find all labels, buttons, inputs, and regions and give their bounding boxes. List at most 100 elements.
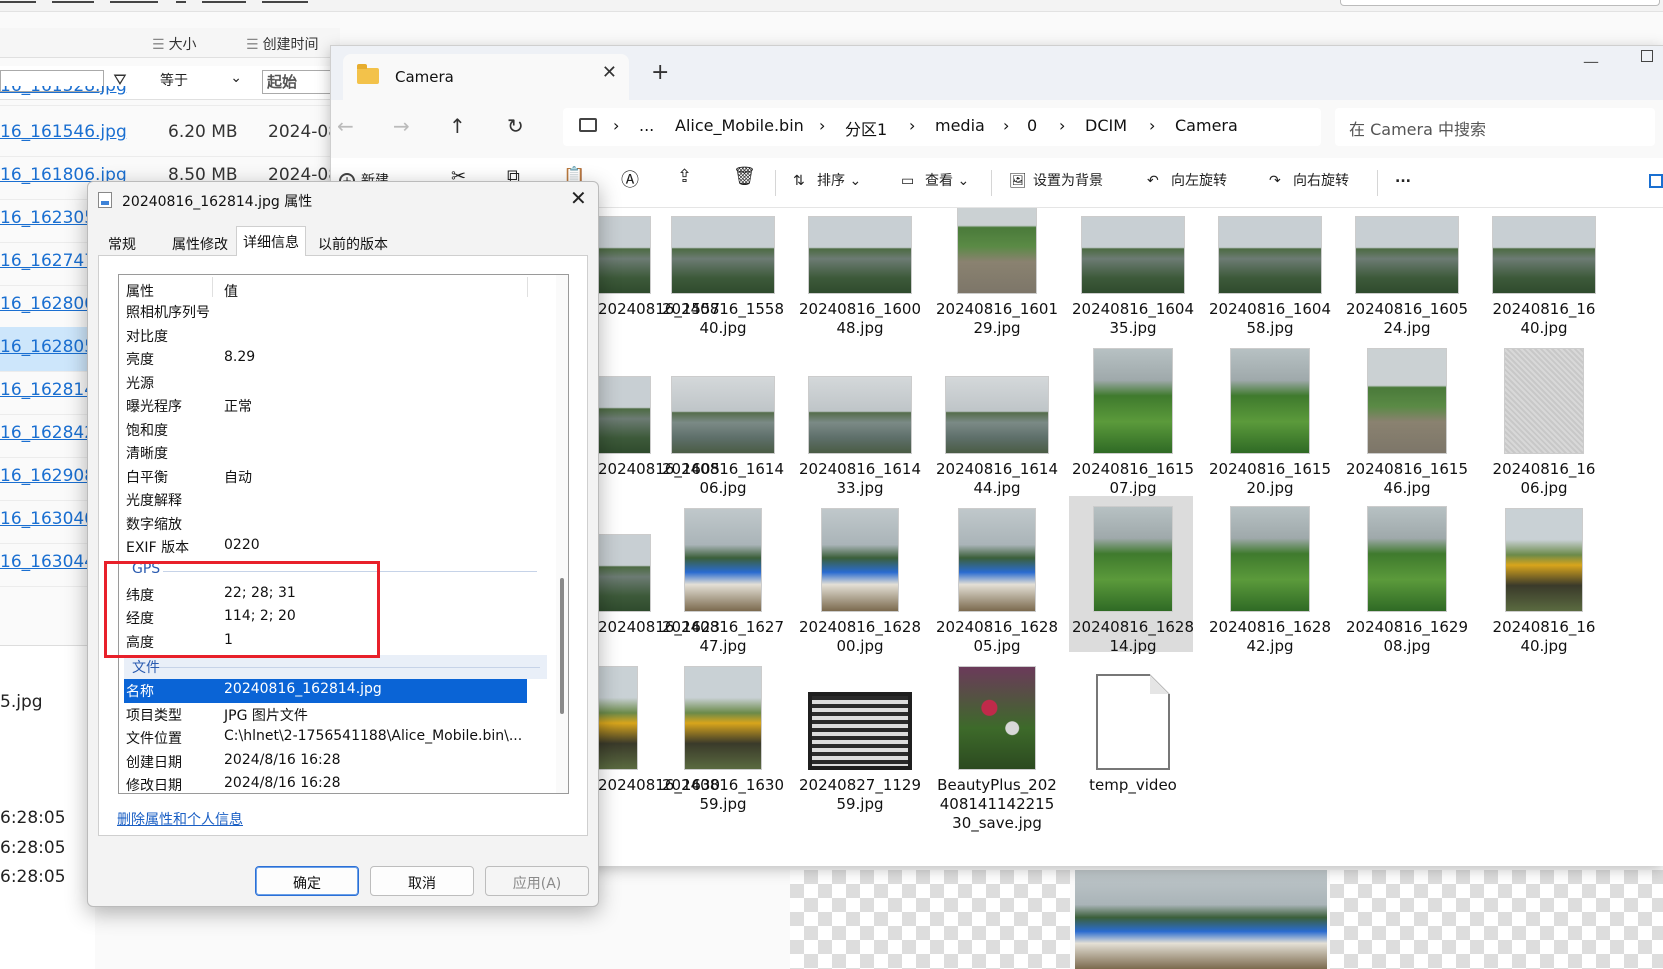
gps-property-row[interactable]: 高度 1 <box>119 630 555 654</box>
column-header-created[interactable]: ☰ 创建时间 <box>246 34 319 54</box>
delete-icon[interactable]: 🗑 <box>733 166 756 187</box>
property-row[interactable]: 数字缩放 <box>119 512 555 536</box>
sort-button[interactable]: ⇅ 排序 ⌄ <box>793 170 861 190</box>
column-header-property[interactable]: 属性 <box>126 281 154 301</box>
share-icon[interactable]: ⇪ <box>677 166 692 187</box>
tab-details[interactable]: 详细信息 <box>236 226 306 257</box>
more-options-icon[interactable]: ... <box>1395 170 1411 186</box>
details-pane-icon[interactable] <box>1649 174 1663 188</box>
property-list[interactable]: 属性 值 照相机序列号 对比度 亮度 8.29 光源 曝光程序 正常 饱和度 清晰度 白平衡 自动光… <box>118 274 569 794</box>
property-row[interactable]: 白平衡 自动 <box>119 465 555 489</box>
file-name-line: 20240827_1129 <box>798 776 922 794</box>
file-name-label: 20240816_1627 47.jpg <box>653 618 793 656</box>
new-tab-button[interactable]: + <box>651 60 669 85</box>
rotate-right-button[interactable]: ↷ 向右旋转 <box>1269 170 1349 190</box>
file-property-row[interactable]: 项目类型 JPG 图片文件 <box>119 703 555 727</box>
breadcrumb-separator: › <box>1059 116 1066 135</box>
up-arrow-icon[interactable]: ↑ <box>449 114 466 138</box>
menu-tick[interactable] <box>176 0 186 3</box>
file-name-line: 20240816_1615 <box>1208 460 1332 478</box>
tab-camera[interactable]: Camera ✕ <box>343 54 629 100</box>
menu-tick[interactable] <box>0 0 36 3</box>
file-name-line: 29.jpg <box>973 319 1021 337</box>
file-property-row[interactable]: 修改日期 2024/8/16 16:28 <box>119 773 555 793</box>
file-name-label: 20240827_1129 59.jpg <box>790 776 930 814</box>
property-name: 亮度 <box>126 352 154 368</box>
file-property-row[interactable]: 创建日期 2024/8/16 16:28 <box>119 750 555 774</box>
property-row[interactable]: 光度解释 <box>119 488 555 512</box>
property-row[interactable]: 曝光程序 正常 <box>119 394 555 418</box>
view-button[interactable]: ▭ 查看 ⌄ <box>901 170 969 190</box>
menu-tick[interactable] <box>110 0 158 3</box>
file-name-line: 20240816_1604 <box>1208 300 1332 318</box>
photo-thumbnail-image <box>684 666 762 770</box>
column-header-value[interactable]: 值 <box>224 281 238 301</box>
forward-arrow-icon[interactable]: → <box>393 114 410 138</box>
set-background-button[interactable]: 🖼 设置为背景 <box>1009 170 1103 190</box>
file-name-line: 20240816_1615 <box>1345 460 1469 478</box>
property-row[interactable]: 饱和度 <box>119 418 555 442</box>
scrollbar-thumb[interactable] <box>560 578 564 714</box>
close-icon[interactable]: ✕ <box>602 62 617 83</box>
file-name-line: 14.jpg <box>1109 637 1157 655</box>
breadcrumb-item[interactable]: media <box>935 116 985 135</box>
table-row[interactable]: 16_161546.jpg 6.20 MB 2024-08 <box>0 112 340 157</box>
breadcrumb-overflow[interactable]: ... <box>639 116 654 135</box>
breadcrumb-item[interactable]: 0 <box>1027 116 1037 135</box>
menu-tick[interactable] <box>52 0 94 3</box>
property-row[interactable]: 对比度 <box>119 324 555 348</box>
property-row[interactable]: 光源 <box>119 371 555 395</box>
property-row[interactable]: 照相机序列号 <box>119 300 555 324</box>
tab-property-edit[interactable]: 属性修改 <box>166 232 234 256</box>
column-divider <box>212 277 213 297</box>
search-input[interactable]: 在 Camera 中搜索 <box>1335 108 1655 146</box>
rename-icon[interactable]: Ⓐ <box>621 166 639 192</box>
property-row[interactable]: 清晰度 <box>119 441 555 465</box>
property-value: 22; 28; 31 <box>224 584 296 601</box>
breadcrumb-item[interactable]: Alice_Mobile.bin <box>675 116 804 135</box>
tab-general[interactable]: 常规 <box>102 232 142 256</box>
file-name-line: 40.jpg <box>1520 637 1568 655</box>
breadcrumb[interactable]: › ... Alice_Mobile.bin › 分区1 › media › 0… <box>563 108 1321 146</box>
property-row[interactable]: EXIF 版本 0220 <box>119 535 555 559</box>
preview-transparent-area <box>790 870 1070 969</box>
menu-tick[interactable] <box>262 0 308 3</box>
column-header-size[interactable]: ☰ 大小 <box>152 34 197 54</box>
ok-button[interactable]: 确定 <box>255 866 359 896</box>
rotate-left-button[interactable]: ↶ 向左旋转 <box>1147 170 1227 190</box>
remove-properties-link[interactable]: 删除属性和个人信息 <box>117 809 243 829</box>
property-value: 正常 <box>224 399 252 415</box>
file-property-row[interactable]: 名称 20240816_162814.jpg <box>124 679 527 703</box>
property-value: 2024/8/16 16:28 <box>224 775 341 791</box>
property-row[interactable]: 亮度 8.29 <box>119 347 555 371</box>
breadcrumb-item[interactable]: 分区1 <box>845 116 887 140</box>
file-property-row[interactable]: 文件位置 C:\hlnet\2-1756541188\Alice_Mobile.b… <box>119 726 555 750</box>
file-name-line: 48.jpg <box>836 319 884 337</box>
cancel-button[interactable]: 取消 <box>370 866 474 896</box>
photo-thumbnail-image <box>1230 506 1310 612</box>
gps-property-row[interactable]: 纬度 22; 28; 31 <box>119 583 555 607</box>
file-name-label: 20240816_1629 08.jpg <box>1337 618 1477 656</box>
property-name: 文件位置 <box>126 731 182 747</box>
minimize-icon[interactable]: — <box>1583 52 1599 71</box>
back-arrow-icon[interactable]: ← <box>337 114 354 138</box>
table-row[interactable]: 16_161528.jpg <box>0 86 340 106</box>
maximize-icon[interactable] <box>1641 50 1653 62</box>
refresh-icon[interactable]: ↻ <box>507 114 524 138</box>
apply-button[interactable]: 应用(A) <box>485 866 589 896</box>
file-name-label: 20240816_1604 35.jpg <box>1063 300 1203 338</box>
background-search-input[interactable] <box>1340 0 1660 6</box>
group-label: GPS <box>132 560 161 577</box>
file-name-label: 20240816_1615 46.jpg <box>1337 460 1477 498</box>
file-name-line: 20240816_1628 <box>1208 618 1332 636</box>
address-bar-row: ← → ↑ ↻ › ... Alice_Mobile.bin › 分区1 › m… <box>331 100 1663 158</box>
menu-tick[interactable] <box>202 0 246 3</box>
gps-property-row[interactable]: 经度 114; 2; 20 <box>119 606 555 630</box>
breadcrumb-item-current[interactable]: Camera <box>1175 116 1238 135</box>
breadcrumb-separator: › <box>909 116 916 135</box>
tab-previous-versions[interactable]: 以前的版本 <box>312 232 394 256</box>
scrollbar[interactable] <box>556 275 568 793</box>
breadcrumb-item[interactable]: DCIM <box>1085 116 1127 135</box>
close-icon[interactable]: ✕ <box>570 186 587 210</box>
file-name-line: 46.jpg <box>1383 479 1431 497</box>
